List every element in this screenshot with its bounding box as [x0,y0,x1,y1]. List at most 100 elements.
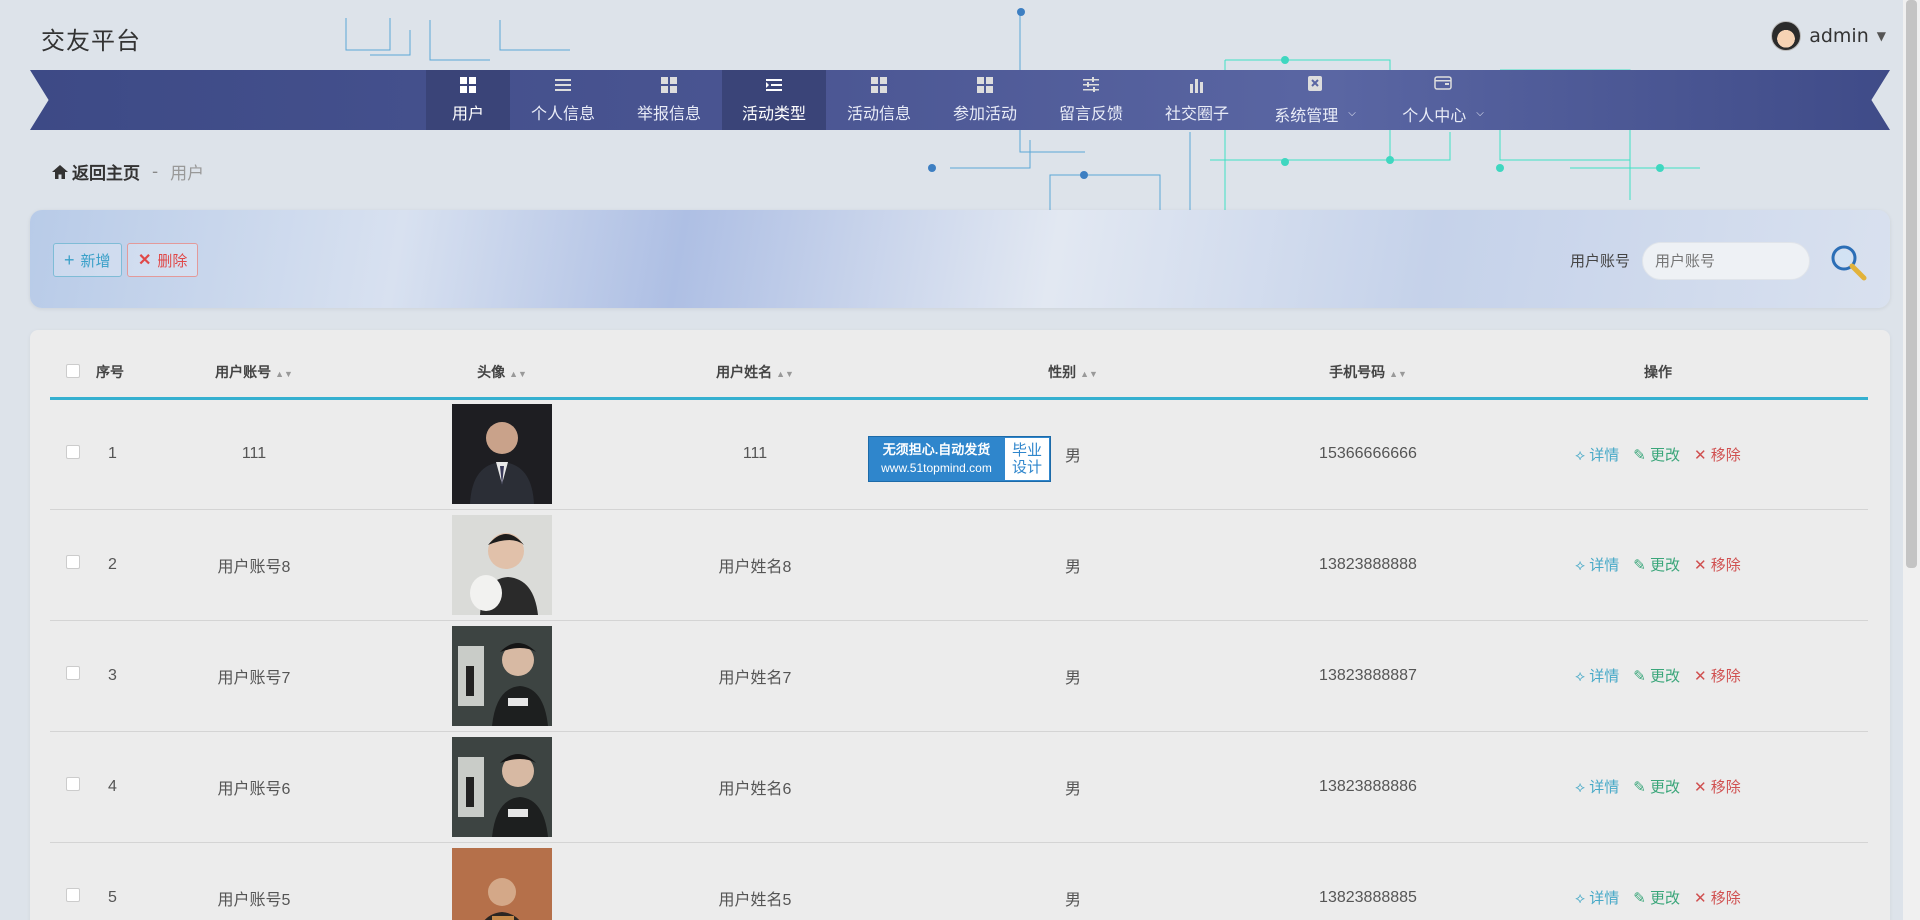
breadcrumb-home[interactable]: 返回主页 [52,159,140,184]
watermark-badge: 无须担心.自动发货 www.51topmind.com 毕业 设计 [868,436,1051,482]
nav-item-social-circle[interactable]: 社交圈子 [1144,70,1250,130]
checkbox[interactable] [66,777,80,791]
search-button[interactable] [1828,242,1868,282]
header-actions: 操作 [1448,348,1868,400]
header-index: 序号 [96,348,156,400]
scroll-thumb[interactable] [1906,0,1917,568]
search-label: 用户账号 [1569,252,1630,270]
add-button[interactable]: + 新增 [53,243,122,277]
header: 交友平台 admin ▼ [0,0,1920,70]
header-account[interactable]: 用户账号 ▲▼ [156,348,352,400]
avatar [1771,21,1802,51]
scrollbar[interactable] [1903,0,1920,920]
cell-index: 1 [96,398,156,510]
checkbox[interactable] [66,888,80,902]
cell-name: 111 [652,398,858,510]
avatar-image [452,404,552,504]
nav-item-feedback[interactable]: 留言反馈 [1038,70,1144,130]
list-icon [555,77,571,96]
edit-button[interactable]: ✎ 更改 [1633,665,1680,686]
cell-name: 用户姓名6 [652,731,858,843]
table-row: 3 用户账号7 用户姓名7 男 13823888887 ⟡ 详情 ✎ 更改 ✕ … [50,620,1868,732]
detail-button[interactable]: ⟡ 详情 [1575,665,1619,686]
home-icon [52,164,68,179]
remove-button[interactable]: ✕ 移除 [1694,665,1741,686]
avatar-image [452,736,552,837]
cell-account: 用户账号6 [156,731,352,843]
cell-phone: 13823888886 [1288,731,1448,843]
table-row: 2 用户账号8 用户姓名8 男 13823888888 ⟡ 详情 ✎ 更改 ✕ … [50,509,1868,621]
remove-button[interactable]: ✕ 移除 [1694,887,1741,908]
header-avatar[interactable]: 头像 ▲▼ [352,348,652,400]
table-header-row: 序号 用户账号 ▲▼ 头像 ▲▼ 用户姓名 ▲▼ 性别 ▲▼ 手机号码 ▲▼ 操作 [50,348,1868,400]
cell-name: 用户姓名5 [652,842,858,920]
checkbox[interactable] [66,363,80,378]
avatar-image [452,847,552,920]
table-row: 4 用户账号6 用户姓名6 男 13823888886 ⟡ 详情 ✎ 更改 ✕ … [50,731,1868,843]
site-title: 交友平台 [41,27,141,55]
sort-icon: ▲▼ [509,368,527,379]
detail-button[interactable]: ⟡ 详情 [1575,887,1619,908]
close-icon: ✕ [138,252,152,269]
sort-icon: ▲▼ [1389,368,1407,379]
cell-index: 5 [96,842,156,920]
cell-index: 2 [96,509,156,621]
nav-item-profile[interactable]: 个人信息 [510,70,616,130]
nav-item-join-activity[interactable]: 参加活动 [932,70,1038,130]
user-name: admin [1809,25,1869,47]
breadcrumb-current: 用户 [170,164,205,184]
cell-phone: 13823888885 [1288,842,1448,920]
cell-account: 用户账号5 [156,842,352,920]
remove-button[interactable]: ✕ 移除 [1694,444,1741,465]
nav-item-personal-center[interactable]: 个人中心 ⌵ [1380,70,1506,130]
user-menu[interactable]: admin ▼ [1771,20,1886,52]
edit-button[interactable]: ✎ 更改 [1633,776,1680,797]
indent-icon [766,77,782,96]
avatar-image [452,514,552,615]
grid-icon [460,76,476,96]
grid-icon [977,76,993,96]
grid-icon [871,76,887,96]
sort-icon: ▲▼ [275,368,293,379]
header-phone[interactable]: 手机号码 ▲▼ [1288,348,1448,400]
header-select-all[interactable] [50,348,96,400]
cell-gender: 男 [858,842,1288,920]
detail-button[interactable]: ⟡ 详情 [1575,554,1619,575]
cell-name: 用户姓名7 [652,620,858,732]
grid-icon [661,76,677,96]
bar-chart-icon [1189,77,1205,96]
cell-gender: 男 [858,509,1288,621]
cell-phone: 13823888887 [1288,620,1448,732]
remove-button[interactable]: ✕ 移除 [1694,554,1741,575]
cell-gender: 男 [858,731,1288,843]
nav-item-activity-info[interactable]: 活动信息 [826,70,932,130]
checkbox[interactable] [66,555,80,569]
chevron-down-icon: ⌵ [1476,108,1484,119]
header-name[interactable]: 用户姓名 ▲▼ [652,348,858,400]
nav-item-reports[interactable]: 举报信息 [616,70,722,130]
table-panel: 序号 用户账号 ▲▼ 头像 ▲▼ 用户姓名 ▲▼ 性别 ▲▼ 手机号码 ▲▼ 操作 1 1… [30,330,1890,920]
cell-index: 4 [96,731,156,843]
chevron-down-icon: ⌵ [1348,108,1356,119]
nav-item-activity-types[interactable]: 活动类型 [722,70,826,130]
cell-account: 用户账号8 [156,509,352,621]
edit-button[interactable]: ✎ 更改 [1633,444,1680,465]
nav-item-user[interactable]: 用户 [426,70,510,130]
search-icon [1831,245,1867,281]
delete-button[interactable]: ✕ 删除 [127,243,199,277]
edit-button[interactable]: ✎ 更改 [1633,554,1680,575]
nav-item-system-management[interactable]: 系统管理 ⌵ [1250,70,1380,130]
clipboard-icon [1250,75,1380,94]
cell-gender: 男 [858,620,1288,732]
chevron-down-icon: ▼ [1876,29,1886,43]
header-gender[interactable]: 性别 ▲▼ [858,348,1288,400]
nav-items: 用户 个人信息 举报信息 活动类型 活动信息 参加活动 留言反馈 社交圈子 系统… [426,70,1506,130]
checkbox[interactable] [66,666,80,680]
checkbox[interactable] [66,444,80,459]
detail-button[interactable]: ⟡ 详情 [1575,444,1619,465]
detail-button[interactable]: ⟡ 详情 [1575,776,1619,797]
cell-phone: 13823888888 [1288,509,1448,621]
remove-button[interactable]: ✕ 移除 [1694,776,1741,797]
search-input[interactable] [1642,242,1810,280]
edit-button[interactable]: ✎ 更改 [1633,887,1680,908]
